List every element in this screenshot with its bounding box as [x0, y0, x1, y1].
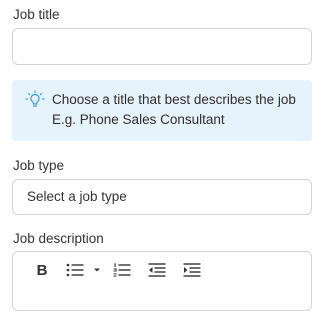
bulleted-list-icon[interactable] — [66, 262, 84, 278]
numbered-list-icon[interactable] — [113, 262, 131, 278]
dropdown-caret-icon[interactable] — [93, 262, 101, 278]
job-type-label: Job type — [13, 158, 65, 173]
job-description-label: Job description — [13, 231, 104, 246]
job-title-tip: Choose a title that best describes the j… — [12, 80, 312, 141]
job-title-input[interactable] — [12, 28, 312, 65]
job-title-label: Job title — [13, 7, 60, 22]
bold-button[interactable]: B — [36, 262, 48, 279]
job-description-editor[interactable]: B — [12, 251, 312, 311]
indent-icon[interactable] — [183, 262, 201, 278]
lightbulb-icon — [25, 90, 45, 110]
job-type-select[interactable]: Select a job type — [12, 179, 312, 215]
tip-example-text: E.g. Phone Sales Consultant — [52, 112, 225, 127]
formatting-toolbar: B — [13, 252, 311, 288]
job-type-selected-value: Select a job type — [27, 189, 127, 204]
outdent-icon[interactable] — [148, 262, 166, 278]
tip-text-line-1: Choose a title that best describes the j… — [52, 92, 296, 107]
